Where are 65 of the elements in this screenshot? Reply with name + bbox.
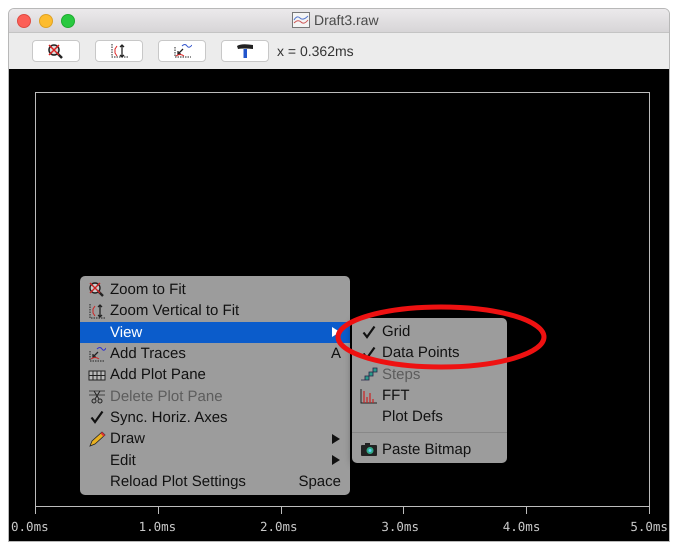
menu-item-label: Draw bbox=[110, 430, 146, 448]
menu-item-label: Sync. Horiz. Axes bbox=[110, 408, 229, 426]
menu-item[interactable]: Grid bbox=[352, 321, 507, 342]
tick-mark bbox=[35, 507, 36, 514]
tick-label: 1.0ms bbox=[138, 519, 178, 534]
cursor-readout: x = 0.362ms bbox=[277, 43, 354, 59]
zoom-fit-button[interactable] bbox=[32, 40, 80, 62]
menu-item[interactable]: View bbox=[80, 322, 350, 343]
scissors-icon bbox=[88, 388, 106, 404]
tick-mark bbox=[158, 507, 159, 514]
menu-item-label: Delete Plot Pane bbox=[110, 388, 224, 405]
menu-item-label: Add Traces bbox=[110, 345, 187, 362]
menu-item-label: Steps bbox=[382, 366, 422, 383]
menu-item[interactable]: FFT bbox=[352, 384, 507, 406]
settings-button[interactable] bbox=[221, 40, 269, 62]
add-traces-button[interactable] bbox=[158, 40, 206, 62]
pencil-icon bbox=[88, 430, 106, 447]
menu-item-label: Plot Defs bbox=[382, 408, 444, 426]
spectrum-icon bbox=[360, 388, 378, 404]
close-button[interactable] bbox=[17, 14, 31, 28]
submenu-arrow-icon bbox=[331, 434, 341, 444]
menu-item-label: Data Points bbox=[382, 344, 461, 362]
hammer-icon bbox=[235, 43, 255, 59]
menu-item-label: FFT bbox=[382, 387, 410, 404]
menu-item[interactable]: Sync. Horiz. Axes bbox=[80, 406, 350, 428]
menu-item-label: Reload Plot Settings bbox=[110, 472, 247, 490]
submenu-arrow-icon bbox=[331, 455, 341, 466]
tick-mark bbox=[403, 507, 404, 514]
traces-icon bbox=[88, 346, 106, 362]
tick-mark bbox=[280, 507, 282, 514]
tick-mark bbox=[649, 507, 650, 514]
menu-item[interactable]: Draw bbox=[80, 428, 350, 450]
camera-icon bbox=[360, 441, 378, 458]
menu-item-label: Grid bbox=[382, 323, 412, 340]
menu-item-label: Add Plot Pane bbox=[110, 366, 207, 384]
shortcut-label: Space bbox=[298, 472, 341, 490]
magnifier-icon bbox=[88, 282, 106, 298]
tick-label: 3.0ms bbox=[380, 519, 420, 534]
tick-label: 4.0ms bbox=[502, 519, 542, 534]
vertical-fit-icon bbox=[109, 43, 129, 59]
shortcut-label: A bbox=[330, 345, 341, 362]
menu-item[interactable]: Add Plot Pane bbox=[80, 364, 350, 386]
menu-item[interactable]: Plot Defs bbox=[352, 406, 507, 428]
vertical-fit-icon bbox=[88, 302, 106, 319]
menu-item[interactable]: Zoom Vertical to Fit bbox=[80, 300, 350, 322]
steps-icon bbox=[360, 366, 378, 382]
zoom-vertical-button[interactable] bbox=[95, 40, 143, 62]
menu-item[interactable]: Reload Plot Settings Space bbox=[80, 470, 350, 492]
menu-item-label: Edit bbox=[110, 452, 137, 469]
menu-item-label: Zoom Vertical to Fit bbox=[110, 302, 240, 320]
window-title: Draft3.raw bbox=[314, 12, 379, 28]
menu-item-label: Zoom to Fit bbox=[110, 281, 187, 298]
menu-item[interactable]: Paste Bitmap bbox=[352, 438, 507, 460]
tick-label: 5.0ms bbox=[629, 519, 668, 534]
tick-label: 2.0ms bbox=[258, 519, 299, 534]
menu-item-label: Paste Bitmap bbox=[382, 440, 472, 458]
menu-item[interactable]: Edit bbox=[80, 449, 350, 471]
traces-icon bbox=[172, 43, 192, 59]
waveform-icon bbox=[292, 12, 310, 28]
tick-mark bbox=[526, 507, 528, 514]
menu-item[interactable]: Add Traces A bbox=[80, 342, 350, 364]
menu-item[interactable]: Zoom to Fit bbox=[80, 279, 350, 300]
menu-item[interactable]: Data Points bbox=[352, 342, 507, 364]
menu-item-label: View bbox=[110, 324, 144, 341]
tick-label: 0.0ms bbox=[11, 519, 50, 534]
